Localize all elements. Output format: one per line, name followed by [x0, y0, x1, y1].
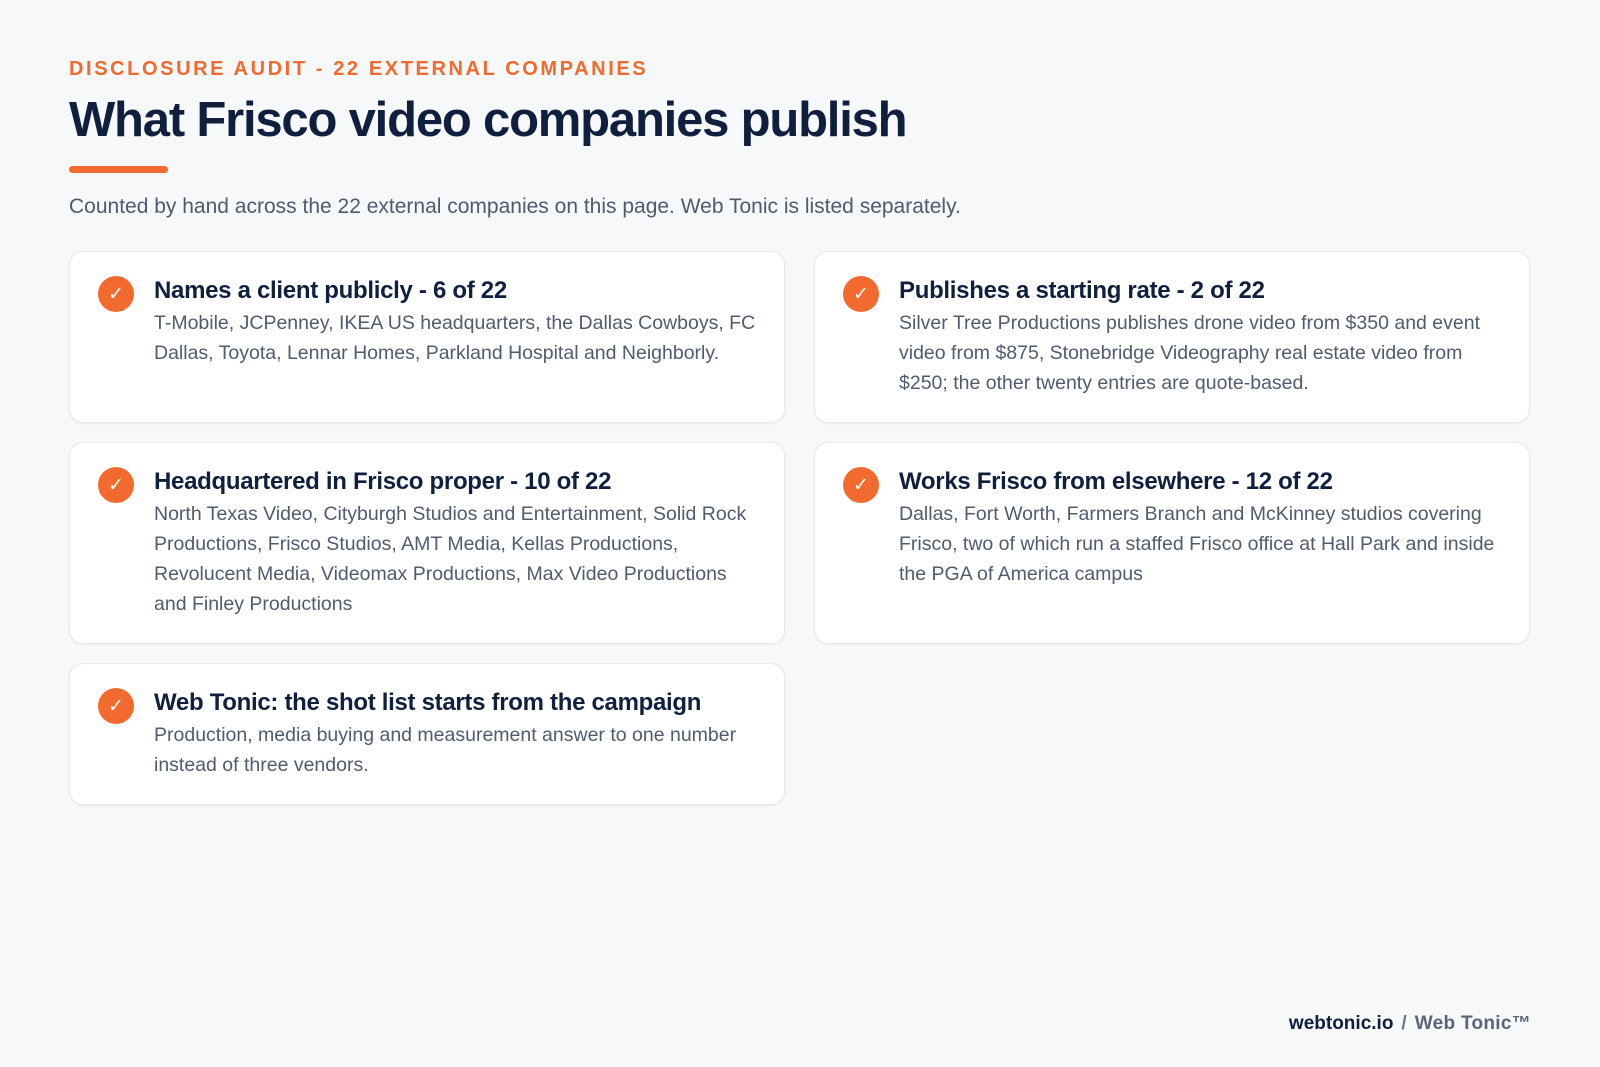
- check-circle-icon: ✓: [843, 467, 879, 503]
- check-circle-icon: ✓: [98, 276, 134, 312]
- footer-brand: Web Tonic™: [1414, 1013, 1531, 1034]
- footer-domain: webtonic.io: [1288, 1013, 1394, 1034]
- finding-title: Publishes a starting rate - 2 of 22: [899, 277, 1265, 304]
- finding-title: Works Frisco from elsewhere - 12 of 22: [899, 468, 1333, 495]
- finding-title: Web Tonic: the shot list starts from the…: [154, 689, 702, 716]
- finding-text: Headquartered in Frisco proper - 10 of 2…: [154, 467, 758, 619]
- check-circle-icon: ✓: [98, 688, 134, 724]
- finding-text: Names a client publicly - 6 of 22 T-Mobi…: [154, 276, 758, 368]
- finding-card-client-names: ✓ Names a client publicly - 6 of 22 T-Mo…: [69, 251, 785, 423]
- footer-separator: /: [1401, 1013, 1407, 1034]
- findings-grid: ✓ Names a client publicly - 6 of 22 T-Mo…: [69, 251, 1531, 805]
- check-circle-icon: ✓: [98, 467, 134, 503]
- check-circle-icon: ✓: [843, 276, 879, 312]
- disclosure-audit-page: DISCLOSURE AUDIT - 22 EXTERNAL COMPANIES…: [69, 0, 1531, 1067]
- finding-card-frisco-hq: ✓ Headquartered in Frisco proper - 10 of…: [69, 442, 785, 644]
- footer-credit: webtonic.io / Web Tonic™: [1289, 1013, 1531, 1035]
- title-underline: [69, 166, 168, 173]
- page-subtitle: Counted by hand across the 22 external c…: [69, 195, 961, 218]
- finding-body: Dallas, Fort Worth, Farmers Branch and M…: [899, 503, 1495, 585]
- finding-text: Publishes a starting rate - 2 of 22 Silv…: [899, 276, 1503, 398]
- finding-body: T-Mobile, JCPenney, IKEA US headquarters…: [154, 312, 756, 364]
- finding-card-starting-rate: ✓ Publishes a starting rate - 2 of 22 Si…: [814, 251, 1530, 423]
- finding-body: Production, media buying and measurement…: [154, 724, 737, 776]
- finding-title: Headquartered in Frisco proper - 10 of 2…: [154, 468, 612, 495]
- finding-card-works-from-elsewhere: ✓ Works Frisco from elsewhere - 12 of 22…: [814, 442, 1530, 644]
- page-title: What Frisco video companies publish: [69, 93, 908, 147]
- finding-title: Names a client publicly - 6 of 22: [154, 277, 507, 304]
- finding-text: Web Tonic: the shot list starts from the…: [154, 688, 758, 780]
- finding-body: Silver Tree Productions publishes drone …: [899, 312, 1481, 394]
- finding-card-web-tonic: ✓ Web Tonic: the shot list starts from t…: [69, 663, 785, 805]
- finding-body: North Texas Video, Cityburgh Studios and…: [154, 503, 747, 615]
- finding-text: Works Frisco from elsewhere - 12 of 22 D…: [899, 467, 1503, 589]
- eyebrow-label: DISCLOSURE AUDIT - 22 EXTERNAL COMPANIES: [69, 58, 649, 80]
